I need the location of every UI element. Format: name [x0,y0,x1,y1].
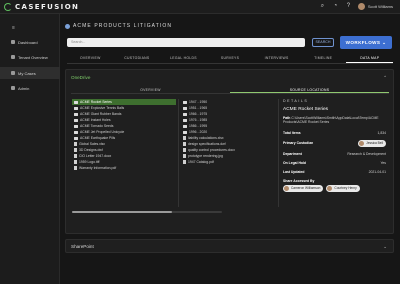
scrollbar-thumb[interactable] [72,211,172,213]
onedrive-subtabs: OVERVIEW SOURCE LOCATIONS [71,87,389,94]
sidebar-item-my-cases[interactable]: My Cases [0,67,60,79]
detail-row-last-updated: Last Updated 2021-04-01 [283,169,386,174]
user-menu[interactable]: Scott Williams [357,3,393,10]
page-header: ACME PRODUCTS LITIGATION [65,23,172,29]
dashboard-icon [11,40,15,44]
tab-interviews[interactable]: INTERVIEWS [253,54,300,63]
tab-data-map[interactable]: DATA MAP [346,54,394,63]
search-button[interactable]: SEARCH [312,38,334,47]
workflows-label: WORKFLOWS [345,40,381,45]
onedrive-panel: OneDrive ⌃ OVERVIEW SOURCE LOCATIONS ACM… [65,69,394,234]
tab-overview[interactable]: OVERVIEW [67,54,114,63]
file-icon [74,142,77,146]
page-title: ACME PRODUCTS LITIGATION [73,23,173,29]
notification-icon[interactable]: ◔ [332,3,339,10]
tenant-icon [11,55,15,59]
custodian-chip[interactable]: Jessica Bell [358,139,386,147]
app-logo-text: CASEFUSION [15,2,80,11]
subtab-source-locations[interactable]: SOURCE LOCATIONS [230,87,389,93]
avatar [327,185,333,191]
sidebar-item-tenant-overview[interactable]: Tenant Overview [0,51,60,63]
menu-icon[interactable]: ≡ [12,25,15,31]
sidebar-item-label: Admin [18,85,30,91]
folder-icon [74,118,78,122]
file-icon [74,154,77,158]
top-bar: CASEFUSION ⌕ ◔ ? Scott Williams [0,0,400,14]
help-icon[interactable]: ? [345,3,352,10]
folder-icon [183,130,187,134]
folder-icon [183,118,187,122]
expand-chevron-icon[interactable]: ⌄ [383,244,387,250]
folder-icon [183,124,187,128]
detail-row-legal-hold: On Legal Hold Yes [283,160,386,165]
cases-icon [11,71,15,75]
main-content: ACME PRODUCTS LITIGATION Search... SEARC… [60,14,400,284]
top-icons: ⌕ ◔ ? Scott Williams [319,3,396,10]
search-input[interactable]: Search... [67,38,305,47]
tab-timeline[interactable]: TIMELINE [300,54,347,63]
details-path: Path C:\Users\ScottWilliams\Smith\AppDat… [283,116,386,125]
tab-legal-holds[interactable]: LEGAL HOLDS [160,54,207,63]
folder-column-2: 1947 - 1950 1951 - 1965 1966 - 1975 1976… [181,99,276,165]
folder-icon [74,106,78,110]
sidebar-item-label: My Cases [18,70,36,76]
sidebar-item-admin[interactable]: Admin [0,82,60,94]
path-value: C:\Users\ScottWilliams\Smith\AppData\Loc… [283,116,379,125]
user-chip[interactable]: Cameron Williamson [283,184,324,192]
collapse-chevron-icon[interactable]: ⌃ [383,75,387,81]
file-icon [183,136,186,140]
file-icon [74,160,77,164]
sharepoint-title[interactable]: SharePoint [71,244,94,249]
detail-row-department: Department Research & Development [283,151,386,156]
folder-icon [74,112,78,116]
admin-icon [11,86,15,90]
subtab-overview[interactable]: OVERVIEW [71,87,230,93]
sharepoint-panel[interactable]: SharePoint ⌄ [65,239,394,253]
sidebar-item-label: Tenant Overview [18,54,48,60]
file-icon [183,154,186,158]
case-icon [65,23,70,29]
shared-label: Share Accessed By [283,178,315,183]
detail-row-primary-custodian: Primary Custodian Jessica Bell [283,139,386,147]
file-icon [74,148,77,152]
sidebar: ≡ Dashboard Tenant Overview My Cases Adm… [0,14,60,284]
avatar [359,140,365,146]
workflows-button[interactable]: WORKFLOWS ⌄ [340,36,392,49]
case-tabs: OVERVIEW CUSTODIANS LEGAL HOLDS SURVEYS … [67,54,394,64]
tab-surveys[interactable]: SURVEYS [207,54,254,63]
column-divider [278,99,279,207]
horizontal-scrollbar[interactable] [72,211,222,213]
folder-icon [183,106,187,110]
shared-with-list: Cameron Williamson Courtney Henry [283,184,386,192]
user-chip[interactable]: Courtney Henry [326,184,360,192]
list-item[interactable]: 1947 Catalog.pdf [181,159,276,165]
detail-row-total-items: Total Items 1,834 [283,130,386,135]
list-item[interactable]: Warranty Information.pdf [72,165,176,171]
folder-icon [183,100,187,104]
logo-icon [4,2,12,11]
folder-icon [74,100,78,104]
user-name: Scott Williams [367,4,393,9]
details-heading: DETAILS [283,99,309,103]
file-icon [183,148,186,152]
sidebar-item-dashboard[interactable]: Dashboard [0,36,60,48]
sidebar-item-label: Dashboard [18,39,38,45]
column-divider [178,99,179,207]
details-name: ACME Rocket Series [283,107,329,112]
onedrive-title[interactable]: OneDrive [71,75,90,80]
details-pane: DETAILS ACME Rocket Series Path C:\Users… [283,99,386,211]
file-icon [183,142,186,146]
folder-icon [74,130,78,134]
file-icon [183,160,186,164]
folder-icon [183,112,187,116]
file-icon [74,166,77,170]
search-icon[interactable]: ⌕ [319,3,326,10]
chevron-down-icon: ⌄ [382,40,387,45]
folder-column-1: ACME Rocket Series ACME Explosive Tennis… [72,99,176,171]
tab-custodians[interactable]: CUSTODIANS [114,54,161,63]
avatar [357,3,365,10]
avatar [284,185,289,191]
folder-icon [74,136,78,140]
folder-icon [74,124,78,128]
